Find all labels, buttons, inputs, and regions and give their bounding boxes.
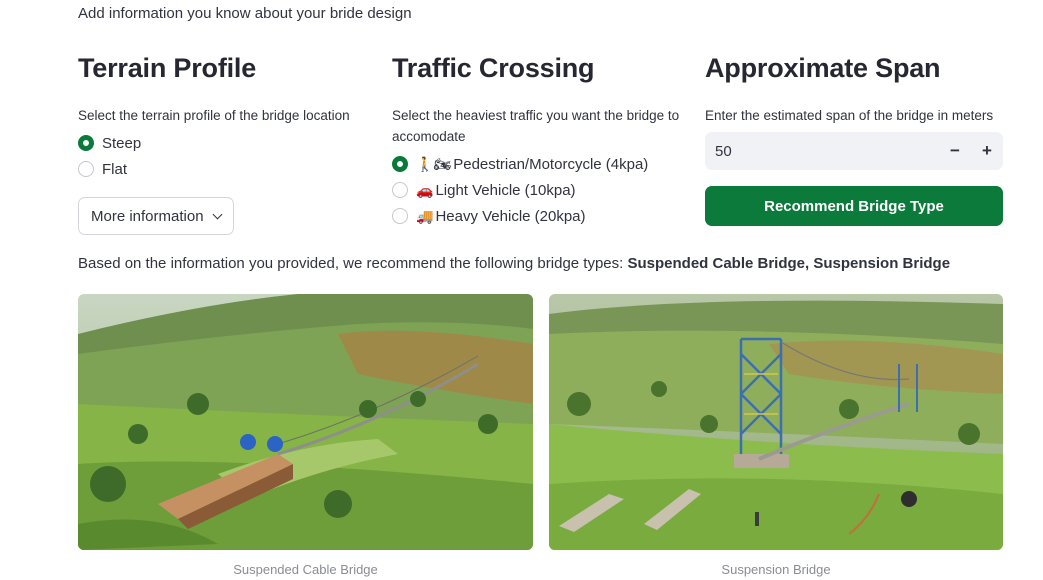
image-caption: Suspension Bridge — [721, 562, 831, 577]
radio-selected-icon[interactable] — [392, 156, 408, 172]
terrain-section: Terrain Profile Select the terrain profi… — [78, 52, 368, 235]
terrain-option-steep[interactable]: Steep — [78, 130, 368, 156]
car-icon: 🚗 — [416, 181, 434, 198]
traffic-radio-group: 🚶🏍 Pedestrian/Motorcycle (4kpa) 🚗 Light … — [392, 151, 687, 229]
terrain-title: Terrain Profile — [78, 53, 257, 83]
radio-unselected-icon[interactable] — [392, 182, 408, 198]
image-caption: Suspended Cable Bridge — [233, 562, 378, 577]
span-value[interactable]: 50 — [715, 143, 939, 160]
span-number-input[interactable]: 50 − + — [705, 132, 1003, 170]
recommendation-types: Suspended Cable Bridge, Suspension Bridg… — [627, 255, 951, 272]
traffic-option-heavy-vehicle[interactable]: 🚚 Heavy Vehicle (20kpa) — [392, 203, 687, 229]
radio-unselected-icon[interactable] — [392, 208, 408, 224]
terrain-option-flat[interactable]: Flat — [78, 156, 368, 182]
truck-icon: 🚚 — [416, 207, 434, 224]
intro-text: Add information you know about your brid… — [78, 5, 412, 22]
traffic-title: Traffic Crossing — [392, 53, 595, 83]
more-information-label: More information — [91, 207, 204, 225]
span-title: Approximate Span — [705, 53, 941, 83]
recommend-bridge-type-button[interactable]: Recommend Bridge Type — [705, 186, 1003, 226]
increment-button[interactable]: + — [971, 132, 1003, 170]
suspension-bridge-image — [549, 294, 1003, 550]
terrain-label: Select the terrain profile of the bridge… — [78, 108, 350, 123]
radio-unselected-icon[interactable] — [78, 161, 94, 177]
traffic-section: Traffic Crossing Select the heaviest tra… — [392, 52, 687, 229]
recommendation-text: Based on the information you provided, w… — [78, 255, 950, 272]
more-information-button[interactable]: More information — [78, 197, 234, 235]
span-section: Approximate Span Enter the estimated spa… — [705, 52, 1003, 226]
terrain-option-label: Flat — [102, 160, 128, 178]
app-page: Add information you know about your brid… — [0, 0, 1043, 580]
terrain-radio-group: Steep Flat — [78, 130, 368, 182]
traffic-option-label: Pedestrian/Motorcycle (4kpa) — [453, 155, 649, 173]
radio-selected-icon[interactable] — [78, 135, 94, 151]
recommendation-prefix: Based on the information you provided, w… — [78, 255, 628, 272]
traffic-option-pedestrian[interactable]: 🚶🏍 Pedestrian/Motorcycle (4kpa) — [392, 151, 687, 177]
traffic-option-label: Light Vehicle (10kpa) — [435, 181, 576, 199]
traffic-option-light-vehicle[interactable]: 🚗 Light Vehicle (10kpa) — [392, 177, 687, 203]
terrain-option-label: Steep — [102, 134, 142, 152]
traffic-option-label: Heavy Vehicle (20kpa) — [435, 207, 586, 225]
decrement-button[interactable]: − — [939, 132, 971, 170]
suspended-cable-bridge-image — [78, 294, 533, 550]
span-label: Enter the estimated span of the bridge i… — [705, 108, 994, 123]
traffic-label: Select the heaviest traffic you want the… — [392, 108, 680, 144]
chevron-down-icon — [212, 209, 222, 219]
pedestrian-motorcycle-icon: 🚶🏍 — [416, 155, 452, 172]
